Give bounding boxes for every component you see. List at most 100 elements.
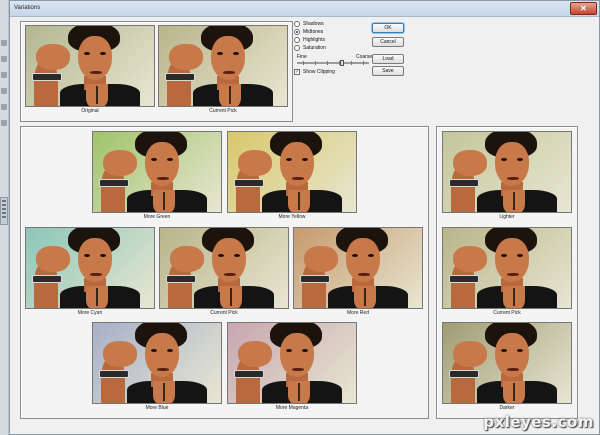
slider-coarse-label: Coarse xyxy=(356,54,373,60)
photo-necklace xyxy=(364,288,366,306)
photo-wristband xyxy=(300,275,330,283)
photo-mouth xyxy=(90,71,102,74)
photo-hand xyxy=(304,246,338,272)
photo-hand xyxy=(453,341,487,367)
thumbnail-caption: Current Pick xyxy=(493,310,521,316)
thumbnail-image xyxy=(92,322,222,404)
photo-eye xyxy=(302,158,308,161)
photo-eye xyxy=(352,254,358,257)
saturation-radio[interactable]: Saturation xyxy=(294,44,326,52)
photo-eye xyxy=(100,254,106,257)
more-red-thumbnail[interactable]: More Red xyxy=(293,227,423,319)
thumbnail-image xyxy=(25,25,155,107)
photo-mouth xyxy=(292,177,304,180)
radio-icon xyxy=(294,37,300,43)
photo-hand xyxy=(453,150,487,176)
photo-mouth xyxy=(157,177,169,180)
thumbnail-caption: More Cyan xyxy=(77,310,103,316)
cancel-button[interactable]: Cancel xyxy=(372,37,404,47)
photo-wristband xyxy=(166,275,196,283)
site-watermark: pxleyes.com xyxy=(483,413,594,431)
title-bar[interactable]: Variations ✕ xyxy=(10,1,599,17)
more-magenta-thumbnail[interactable]: More Magenta xyxy=(227,322,357,414)
shadows-radio[interactable]: Shadows xyxy=(294,20,324,28)
slider-tick xyxy=(363,61,364,65)
dialog-title: Variations xyxy=(14,5,41,11)
ok-button[interactable]: OK xyxy=(372,23,404,33)
thumbnail-image xyxy=(227,131,357,213)
thumbnail-caption: More Green xyxy=(143,214,171,220)
photo-eye xyxy=(167,349,173,352)
photo-necklace xyxy=(96,86,98,104)
photo-hand xyxy=(170,246,204,272)
more-blue-thumbnail[interactable]: More Blue xyxy=(92,322,222,414)
photo-necklace xyxy=(96,288,98,306)
tool-icon[interactable] xyxy=(1,40,7,46)
midtones-radio[interactable]: Midtones xyxy=(294,28,323,36)
photo-eye xyxy=(517,349,523,352)
photo-mouth xyxy=(223,71,235,74)
thumbnail-image xyxy=(293,227,423,309)
fine-coarse-slider[interactable] xyxy=(297,62,369,64)
photo-mouth xyxy=(292,368,304,371)
more-yellow-thumbnail[interactable]: More Yellow xyxy=(227,131,357,223)
darker-thumbnail[interactable]: Darker xyxy=(442,322,572,414)
thumbnail-image xyxy=(442,322,572,404)
photo-necklace xyxy=(230,288,232,306)
thumbnail-image xyxy=(92,131,222,213)
photo-eye xyxy=(151,158,157,161)
tool-icon[interactable] xyxy=(1,56,7,62)
panel-grip-handle[interactable] xyxy=(0,197,8,225)
thumbnail-caption: More Yellow xyxy=(278,214,306,220)
tool-icon[interactable] xyxy=(1,104,7,110)
photo-hand xyxy=(36,44,70,70)
thumbnail-caption: Current Pick xyxy=(210,310,238,316)
photo-eye xyxy=(218,254,224,257)
close-button[interactable]: ✕ xyxy=(570,2,597,15)
photo-necklace xyxy=(298,192,300,210)
tool-icon[interactable] xyxy=(1,120,7,126)
lighter-thumbnail[interactable]: Lighter xyxy=(442,131,572,223)
photo-wristband xyxy=(234,370,264,378)
photo-hand xyxy=(238,341,272,367)
slider-tick xyxy=(351,61,352,65)
thumbnail-image xyxy=(159,227,289,309)
photo-eye xyxy=(167,158,173,161)
photo-wristband xyxy=(32,275,62,283)
photo-hand xyxy=(453,246,487,272)
current-pick-right-thumbnail[interactable]: Current Pick xyxy=(442,227,572,319)
photo-eye xyxy=(286,158,292,161)
slider-thumb[interactable] xyxy=(339,60,344,66)
photo-eye xyxy=(368,254,374,257)
photo-necklace xyxy=(163,383,165,401)
thumbnail-image xyxy=(442,131,572,213)
thumbnail-caption: Lighter xyxy=(499,214,515,220)
radio-selected-icon xyxy=(294,29,300,35)
more-green-thumbnail[interactable]: More Green xyxy=(92,131,222,223)
thumbnail-image xyxy=(442,227,572,309)
more-cyan-thumbnail[interactable]: More Cyan xyxy=(25,227,155,319)
photo-eye xyxy=(234,254,240,257)
tool-icon[interactable] xyxy=(1,72,7,78)
photo-eye xyxy=(84,52,90,55)
tool-icon[interactable] xyxy=(1,88,7,94)
photo-mouth xyxy=(224,273,236,276)
photo-wristband xyxy=(32,73,62,81)
highlights-radio[interactable]: Highlights xyxy=(294,36,325,44)
show-clipping-checkbox[interactable]: ✓ Show Clipping xyxy=(294,68,335,76)
slider-tick xyxy=(327,61,328,65)
save-button[interactable]: Save xyxy=(372,66,404,76)
thumbnail-image xyxy=(158,25,288,107)
photo-mouth xyxy=(507,177,519,180)
highlights-label: Highlights xyxy=(303,37,325,43)
photo-wristband xyxy=(165,73,195,81)
photo-mouth xyxy=(507,273,519,276)
photo-wristband xyxy=(99,370,129,378)
photo-hand xyxy=(169,44,203,70)
load-button[interactable]: Load xyxy=(372,54,404,64)
photo-necklace xyxy=(298,383,300,401)
show-clipping-label: Show Clipping xyxy=(303,69,335,75)
photo-wristband xyxy=(449,179,479,187)
current-pick-center-thumbnail[interactable]: Current Pick xyxy=(159,227,289,319)
radio-icon xyxy=(294,45,300,51)
